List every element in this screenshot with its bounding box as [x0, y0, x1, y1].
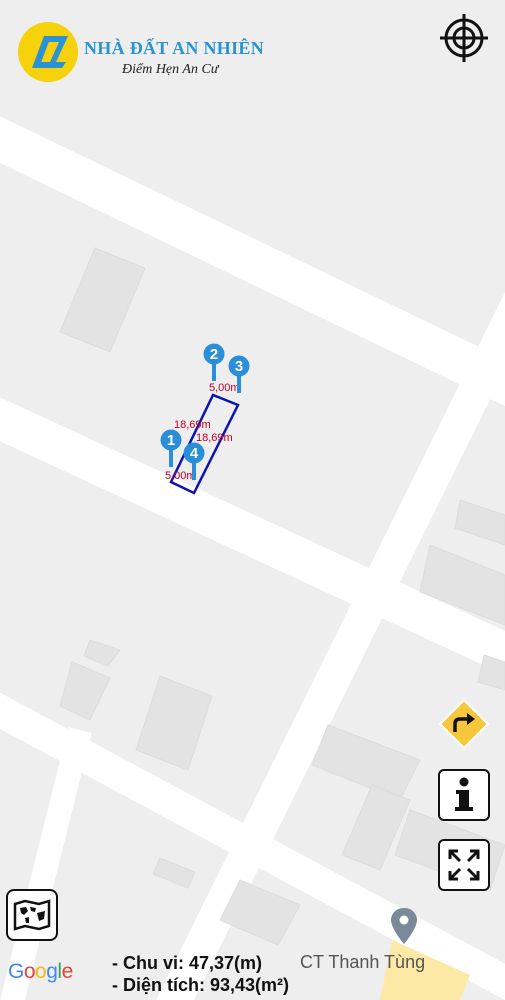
google-logo: Google — [8, 960, 73, 984]
perimeter-text: - Chu vi: 47,37(m) — [112, 953, 263, 973]
info-icon — [455, 777, 473, 811]
parcel-marker-3[interactable]: 3 — [228, 355, 254, 395]
fullscreen-button[interactable] — [438, 839, 490, 891]
map-type-button[interactable] — [6, 889, 58, 941]
directions-button[interactable] — [438, 698, 490, 750]
google-letter: e — [61, 960, 74, 983]
world-map-icon — [13, 899, 51, 931]
google-letter: g — [46, 960, 58, 983]
marker-number: 4 — [189, 445, 199, 462]
google-letter: o — [35, 960, 47, 983]
logo-emblem — [18, 22, 78, 82]
an-emblem-icon — [32, 36, 68, 68]
parcel-marker-4[interactable]: 4 — [183, 442, 209, 482]
brand-subtitle: Điểm Hẹn An Cư — [122, 62, 219, 77]
marker-number: 2 — [209, 346, 219, 363]
brand-logo: NHÀ ĐẤT AN NHIÊN Điểm Hẹn An Cư — [18, 22, 278, 86]
brand-title: NHÀ ĐẤT AN NHIÊN — [84, 38, 264, 58]
crosshair-icon — [440, 14, 488, 62]
area-text: - Diện tích: 93,43(m²) — [112, 975, 290, 995]
google-letter: o — [23, 960, 36, 983]
marker-number: 1 — [166, 432, 176, 449]
poi-label[interactable]: CT Thanh Tùng — [300, 952, 425, 973]
map-view[interactable] — [0, 0, 505, 1000]
locate-button[interactable] — [437, 11, 491, 65]
marker-number: 3 — [234, 358, 244, 375]
google-letter: G — [8, 960, 24, 983]
info-button[interactable] — [438, 769, 490, 821]
parcel-marker-2[interactable]: 2 — [203, 343, 229, 383]
turn-right-icon — [438, 698, 490, 750]
expand-arrows-icon — [448, 849, 480, 881]
